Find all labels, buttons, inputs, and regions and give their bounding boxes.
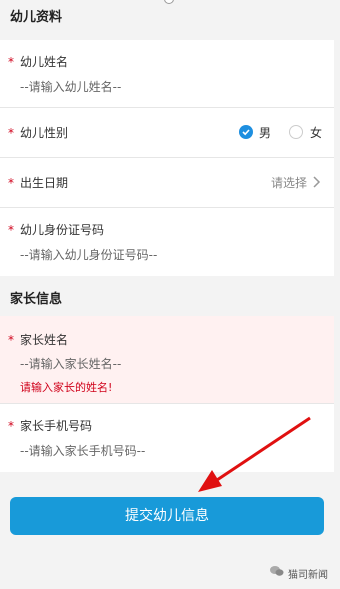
wechat-icon [270,566,284,576]
form-page: 幼儿资料 * 幼儿姓名 --请输入幼儿姓名-- * 幼儿性别 男 女 * 出生日… [0,0,340,589]
annotation-arrow-icon [198,416,311,492]
watermark-text: 猫司新闻 [288,570,328,581]
